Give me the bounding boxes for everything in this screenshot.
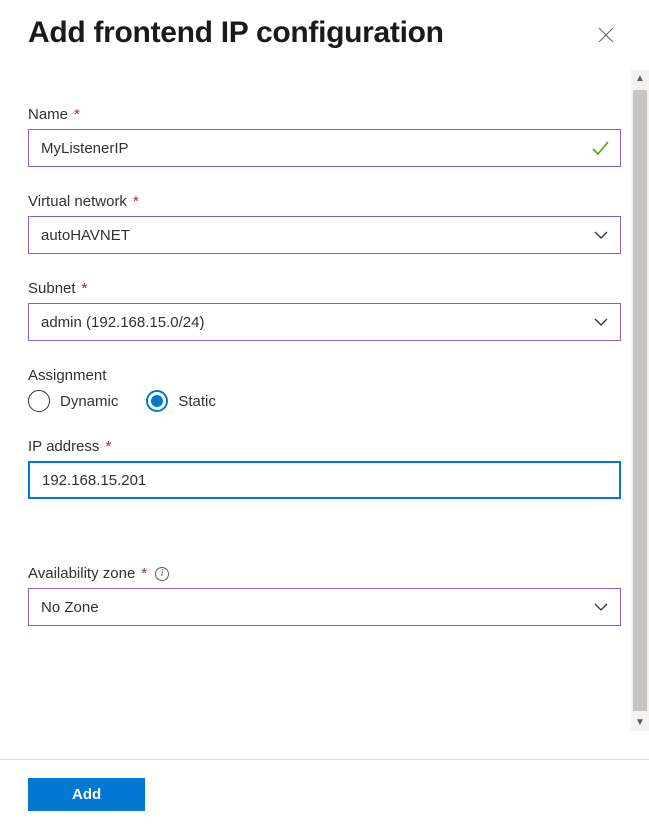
required-star: * (105, 438, 111, 455)
radio-icon (28, 390, 50, 412)
close-button[interactable] (591, 20, 621, 53)
required-star: * (133, 193, 139, 210)
assignment-label: Assignment (28, 367, 106, 384)
required-star: * (82, 280, 88, 297)
close-icon (597, 32, 615, 47)
subnet-value: admin (192.168.15.0/24) (41, 314, 204, 331)
subnet-select[interactable]: admin (192.168.15.0/24) (28, 303, 621, 341)
name-label: Name (28, 106, 68, 123)
chevron-down-icon (592, 313, 610, 331)
name-field[interactable] (28, 129, 621, 167)
required-star: * (141, 565, 147, 582)
vnet-label: Virtual network (28, 193, 127, 210)
radio-label-dynamic: Dynamic (60, 393, 118, 410)
assignment-radio-static[interactable]: Static (146, 390, 216, 412)
vnet-value: autoHAVNET (41, 227, 130, 244)
required-star: * (74, 106, 80, 123)
zone-label: Availability zone (28, 565, 135, 582)
form-scroll-area: Name * Virtual network * autoHAVNET Subn… (0, 70, 631, 731)
chevron-down-icon (592, 598, 610, 616)
vnet-select[interactable]: autoHAVNET (28, 216, 621, 254)
zone-select[interactable]: No Zone (28, 588, 621, 626)
ip-input[interactable] (42, 472, 607, 489)
footer: Add (0, 759, 649, 829)
radio-icon (146, 390, 168, 412)
ip-field[interactable] (28, 461, 621, 499)
scroll-down-icon: ▼ (635, 714, 645, 731)
scroll-up-icon: ▲ (635, 70, 645, 87)
radio-label-static: Static (178, 393, 216, 410)
scroll-thumb[interactable] (633, 90, 647, 711)
page-title: Add frontend IP configuration (28, 16, 444, 50)
checkmark-icon (590, 138, 610, 158)
chevron-down-icon (592, 226, 610, 244)
subnet-label: Subnet (28, 280, 76, 297)
ip-label: IP address (28, 438, 99, 455)
assignment-radio-dynamic[interactable]: Dynamic (28, 390, 118, 412)
zone-value: No Zone (41, 599, 99, 616)
info-icon[interactable]: i (155, 567, 169, 581)
add-button[interactable]: Add (28, 778, 145, 811)
name-input[interactable] (41, 140, 608, 157)
scrollbar[interactable]: ▲ ▼ (631, 70, 649, 731)
